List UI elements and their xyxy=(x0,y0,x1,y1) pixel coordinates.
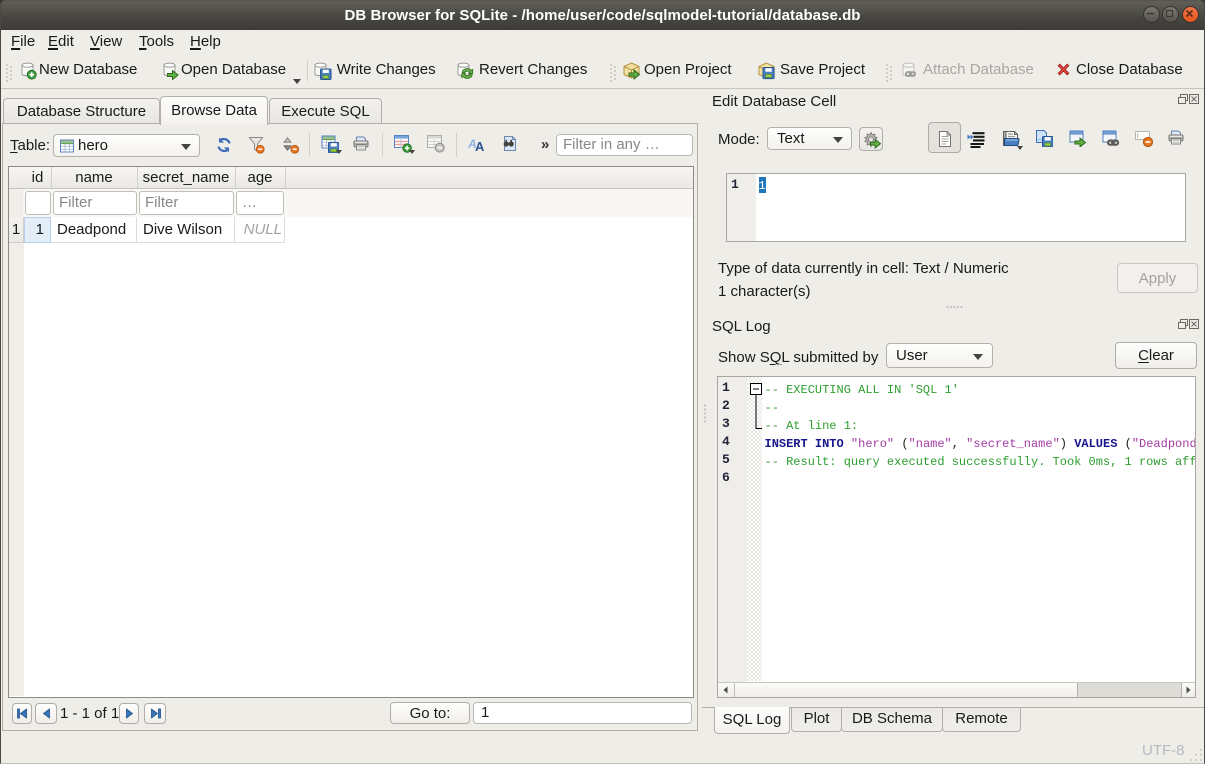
svg-text:A: A xyxy=(475,139,485,153)
